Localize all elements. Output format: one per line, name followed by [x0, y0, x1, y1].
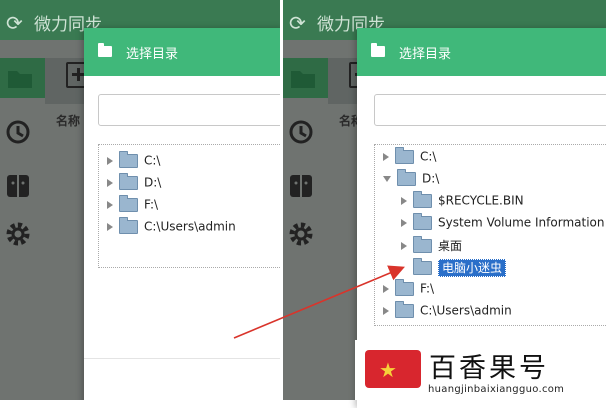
watermark: ★ 百香果号 huangjinbaixiangguo.com: [355, 340, 606, 400]
star-icon: ★: [379, 358, 397, 382]
watermark-name: 百香果号: [429, 353, 549, 384]
watermark-url: huangjinbaixiangguo.com: [428, 384, 565, 395]
brand-logo-icon: ★: [365, 350, 421, 388]
